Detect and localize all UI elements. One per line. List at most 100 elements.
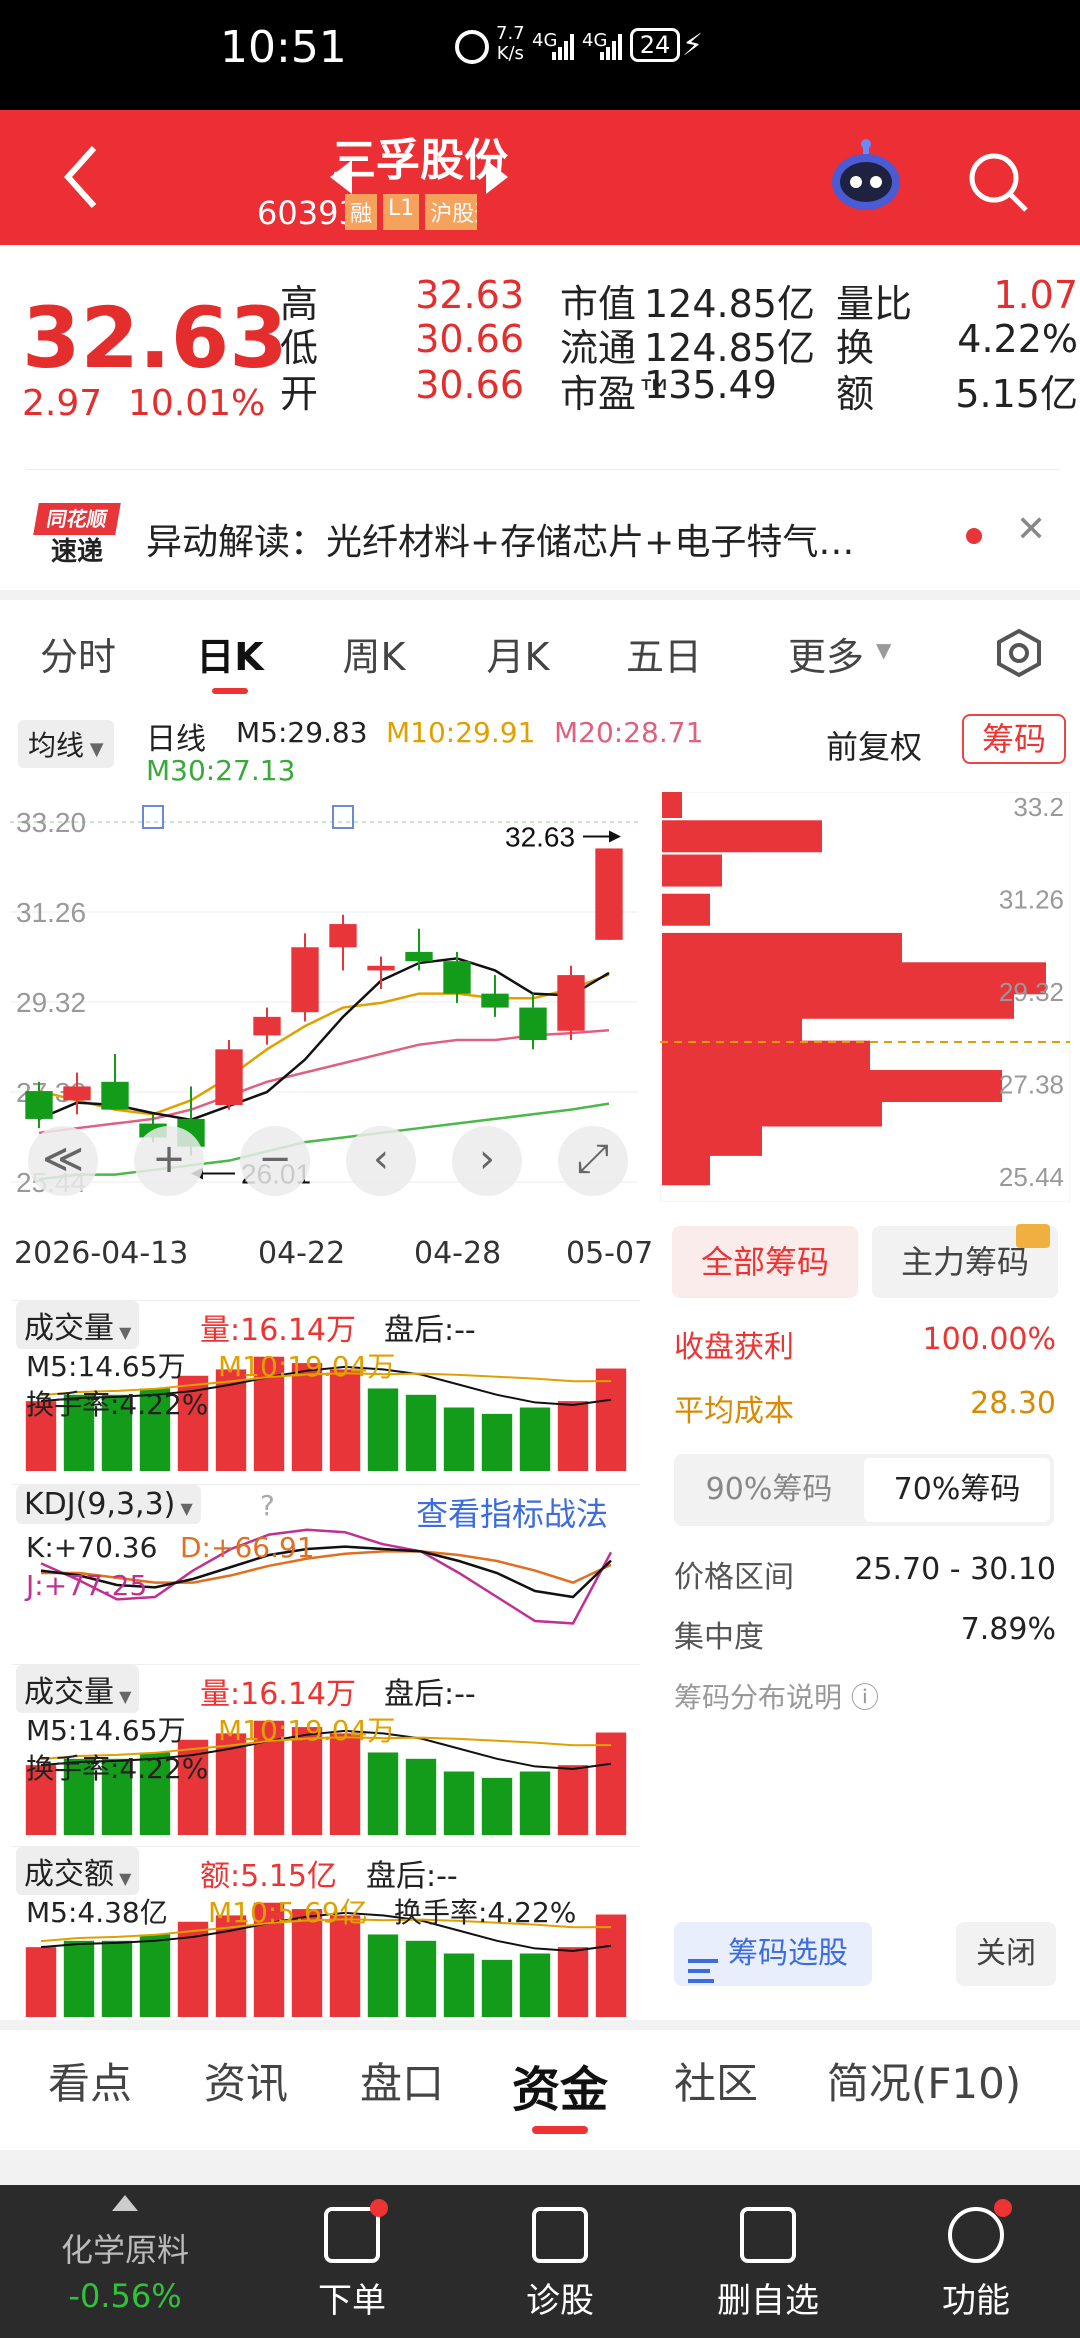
candle-body [595, 848, 623, 940]
ma-selector[interactable]: 均线 ▼ [18, 720, 114, 768]
kline-chart[interactable]: 33.2031.2629.3227.3825.4432.6326.01 [10, 792, 650, 1292]
quote-panel: 32.63 2.97 10.01% 高 32.63 市值 124.85亿 量比 1.07 低… [0, 245, 1080, 590]
ma5-value: M5:29.83 [236, 716, 368, 749]
notification-dot [994, 2199, 1012, 2217]
robot-assistant-icon[interactable] [828, 138, 904, 218]
candle-body [63, 1086, 91, 1101]
seg-70-chips[interactable]: 70%筹码 [864, 1458, 1050, 1522]
fullscreen-icon[interactable]: ⤢ [558, 1126, 628, 1196]
scroll-left-icon[interactable]: ‹ [346, 1126, 416, 1196]
price-range-value: 25.70 - 30.10 [854, 1552, 1056, 1587]
close-news-icon[interactable]: ✕ [1016, 509, 1046, 550]
chevron-down-icon: ▼ [114, 1869, 132, 1888]
kline-period-tabs: 分时 日K 周K 月K 五日 更多 ▼ [0, 600, 1080, 700]
vol-indicator-select[interactable]: 成交量 ▼ [16, 1301, 140, 1349]
volume-bar [595, 1914, 627, 2017]
chevron-down-icon: ▼ [114, 1323, 132, 1342]
news-ticker[interactable]: 异动解读：光纤材料+存储芯片+电子特气… [146, 513, 946, 565]
amt-indicator-name: 成交额 [24, 1857, 114, 1892]
close-chips-button[interactable]: 关闭 [956, 1922, 1056, 1986]
next-stock-button[interactable] [484, 160, 508, 198]
event-marker-icon [142, 805, 164, 829]
profit-label: 收盘获利 [674, 1330, 794, 1365]
tab-3[interactable]: 月K [468, 626, 568, 681]
settings-hex-icon[interactable] [994, 628, 1044, 682]
bottom-action-label[interactable]: 功能 [896, 2273, 1056, 2322]
chip-explain-text: 筹码分布说明 [674, 1681, 843, 1714]
ma10-value: M10:29.91 [386, 716, 536, 749]
search-icon[interactable] [966, 150, 1030, 218]
vol2-indicator-select[interactable]: 成交量 ▼ [16, 1665, 140, 1713]
candle-body [481, 993, 509, 1008]
tab-4[interactable]: 五日 [614, 626, 714, 681]
rewind-icon[interactable]: ≪ [28, 1126, 98, 1196]
bottom-action-label[interactable]: 删自选 [688, 2273, 848, 2322]
tab-0[interactable]: 分时 [28, 626, 128, 681]
quote-value: 4.22% [957, 317, 1078, 361]
amt-indicator-select[interactable]: 成交额 ▼ [16, 1847, 140, 1895]
help-icon: ⓘ [842, 1681, 879, 1714]
seg-90-chips[interactable]: 90%筹码 [678, 1458, 860, 1522]
volume-panel-2[interactable]: 成交量 ▼ 量:16.14万 盘后:-- M5:14.65万 M10:19.04… [12, 1664, 640, 1836]
help-icon[interactable]: ? [260, 1489, 275, 1522]
chip-stock-select-button[interactable]: 筹码选股 [674, 1922, 872, 1986]
price-axis-label: 29.32 [16, 987, 86, 1018]
detail-tab-5[interactable]: 简况(F10) [814, 2050, 1034, 2111]
order-icon[interactable] [324, 2207, 380, 2263]
signal-icon-1 [552, 34, 576, 64]
chevron-down-icon: ▼ [114, 1687, 132, 1706]
volume-bar [25, 1947, 57, 2017]
tab-2[interactable]: 周K [324, 626, 424, 681]
amount-panel[interactable]: 成交额 ▼ 额:5.15亿 盘后:-- M5:4.38亿 M10:5.69亿 换… [12, 1846, 640, 2018]
ths-express-logo: 同花顺 速递 [33, 503, 121, 569]
current-price: 32.63 [22, 289, 288, 387]
alarm-icon [455, 30, 489, 64]
expand-up-icon[interactable] [112, 2195, 138, 2215]
scroll-right-icon[interactable]: › [452, 1126, 522, 1196]
quote-value: 30.66 [415, 363, 524, 407]
back-button[interactable] [60, 142, 100, 216]
detail-tab-4[interactable]: 社区 [606, 2050, 826, 2111]
vol2-turnover: 换手率:4.22% [26, 1752, 209, 1785]
zoom-in-icon[interactable]: + [134, 1126, 204, 1196]
quote-label: 开 [280, 372, 319, 416]
volume-panel[interactable]: 成交量 ▼ 量:16.14万 盘后:-- M5:14.65万 M10:19.04… [12, 1300, 640, 1472]
indicator-tutorial-link[interactable]: 查看指标战法 [416, 1489, 608, 1535]
diagnose-icon[interactable] [532, 2207, 588, 2263]
candle-body [25, 1091, 53, 1119]
event-marker-icon [332, 805, 354, 829]
price-change-pct: 10.01% [128, 383, 266, 424]
zoom-out-icon[interactable]: − [240, 1126, 310, 1196]
tab-5[interactable]: 更多 [776, 626, 876, 681]
tab-1[interactable]: 日K [180, 626, 280, 681]
bottom-action-label[interactable]: 下单 [272, 2273, 432, 2322]
volume-bar [443, 1407, 475, 1471]
stock-badges: 融 L1 沪股通 [345, 194, 478, 230]
chip-bar [662, 932, 902, 965]
volume-bar [481, 1959, 513, 2017]
signal-icon-2 [600, 34, 624, 64]
detail-tabs: 看点 资讯 盘口 资金 社区 简况(F10) [0, 2030, 1080, 2150]
bottom-action-label[interactable]: 诊股 [480, 2273, 640, 2322]
fuquan-button[interactable]: 前复权 [826, 722, 922, 768]
vol-value: 量:16.14万 [200, 1313, 356, 1348]
lock-icon [1016, 1224, 1050, 1248]
vol2-value: 量:16.14万 [200, 1677, 356, 1712]
kdj-panel[interactable]: KDJ(9,3,3) ▼ ? 查看指标战法 K:+70.36 D:+66.91 … [12, 1484, 640, 1664]
quote-value: 1.07 [993, 273, 1078, 317]
chip-axis-label: 29.32 [999, 977, 1064, 1007]
remove-watchlist-icon[interactable] [740, 2207, 796, 2263]
logo-top-text: 同花顺 [33, 503, 121, 535]
chip-explain-link[interactable]: 筹码分布说明 ⓘ [674, 1676, 879, 1716]
amt-turnover: 换手率:4.22% [394, 1896, 577, 1929]
chips-toggle-button[interactable]: 筹码 [962, 714, 1066, 764]
concentration-value: 7.89% [960, 1612, 1056, 1647]
tab-all-chips[interactable]: 全部筹码 [672, 1226, 858, 1298]
ma20-line [38, 1029, 610, 1135]
sector-name[interactable]: 化学原料 [0, 2225, 250, 2271]
menu-icon[interactable] [948, 2207, 1004, 2263]
volume-bar [443, 1771, 475, 1835]
kdj-indicator-select[interactable]: KDJ(9,3,3) ▼ [16, 1485, 201, 1524]
ma20-value: M20:28.71 [554, 716, 704, 749]
vol-m10: M10:19.04万 [218, 1350, 396, 1383]
